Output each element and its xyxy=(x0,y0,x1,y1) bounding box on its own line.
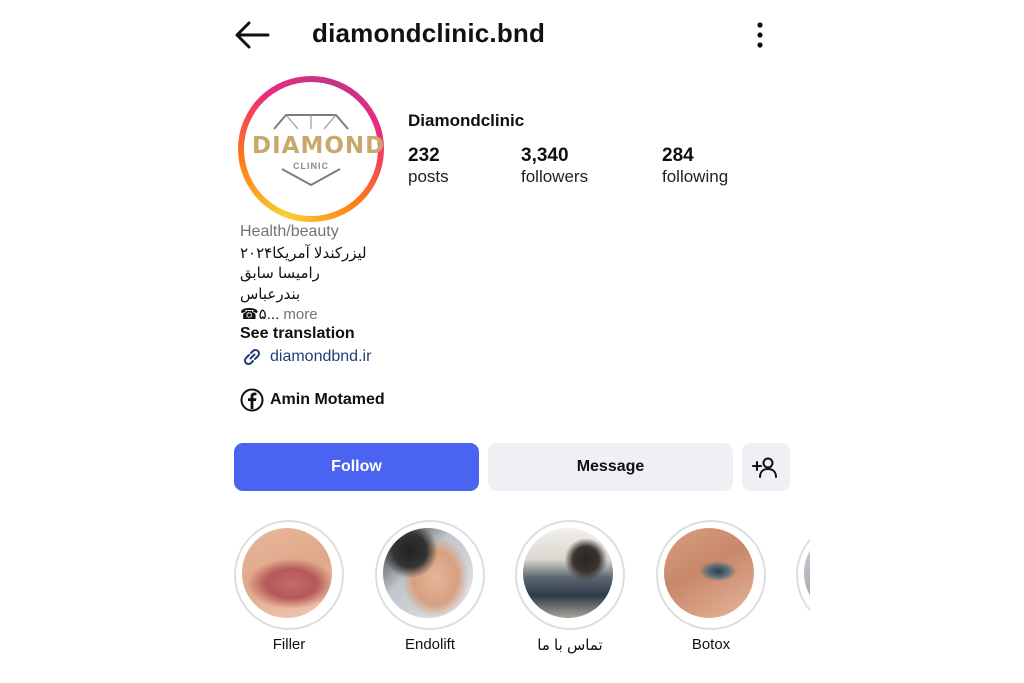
highlight-cover-image xyxy=(523,528,613,618)
logo-text: DIAMOND xyxy=(252,133,386,159)
display-name: Diamondclinic xyxy=(408,111,525,130)
following-stat[interactable]: 284 following xyxy=(662,145,728,187)
follow-button[interactable]: Follow xyxy=(234,443,479,491)
posts-label: posts xyxy=(408,167,449,186)
phone-text: ☎۵... xyxy=(240,306,280,323)
highlight-filler[interactable]: Filler xyxy=(234,520,344,660)
bio-line: ☎۵... more xyxy=(240,305,318,323)
vertical-dots-icon xyxy=(757,22,763,48)
message-button[interactable]: Message xyxy=(488,443,733,491)
see-translation-link[interactable]: See translation xyxy=(240,325,355,343)
highlight-endolift[interactable]: Endolift xyxy=(375,520,485,660)
back-button[interactable] xyxy=(232,18,272,52)
bio-line: رامیسا سابق xyxy=(240,265,320,282)
profile-avatar[interactable]: DIAMOND CLINIC xyxy=(238,76,384,222)
profile-category: Health/beauty xyxy=(240,223,339,240)
facebook-link[interactable]: Amin Motamed xyxy=(240,388,385,412)
link-icon xyxy=(243,348,261,366)
highlight-cover-image xyxy=(664,528,754,618)
profile-username: diamondclinic.bnd xyxy=(312,18,546,48)
bio-more-link[interactable]: more xyxy=(283,306,317,323)
highlight-cover-image xyxy=(242,528,332,618)
followers-count: 3,340 xyxy=(521,145,569,166)
bio-line: لیزرکندلا آمریکا۲۰۲۴ xyxy=(240,245,367,262)
website-link[interactable]: diamondbnd.ir xyxy=(240,346,371,368)
highlight-botox[interactable]: Botox xyxy=(656,520,766,660)
suggest-user-button[interactable] xyxy=(742,443,790,491)
following-label: following xyxy=(662,167,729,186)
followers-stat[interactable]: 3,340 followers xyxy=(521,145,588,187)
highlight-contact-us[interactable]: تماس با ما xyxy=(515,520,625,660)
highlight-next-partial[interactable] xyxy=(796,520,810,660)
website-url: diamondbnd.ir xyxy=(270,348,372,365)
highlight-label: Filler xyxy=(272,636,306,653)
highlight-label: تماس با ما xyxy=(537,637,603,654)
posts-stat[interactable]: 232 posts xyxy=(408,145,449,187)
highlight-cover-image xyxy=(383,528,473,618)
logo-subtext: CLINIC xyxy=(293,161,329,171)
clinic-logo: DIAMOND CLINIC xyxy=(252,109,386,189)
avatar-inner: DIAMOND CLINIC xyxy=(244,82,386,216)
followers-label: followers xyxy=(521,167,589,186)
bio-line: بندرعباس xyxy=(240,286,301,303)
highlight-label: Botox xyxy=(691,636,731,653)
posts-count: 232 xyxy=(408,145,440,166)
following-count: 284 xyxy=(662,145,694,166)
add-person-icon xyxy=(752,457,777,478)
highlight-label: Endolift xyxy=(404,636,456,653)
arrow-left-icon xyxy=(235,21,270,49)
more-options-button[interactable] xyxy=(748,18,772,52)
facebook-icon xyxy=(240,388,264,412)
facebook-name: Amin Motamed xyxy=(270,391,385,408)
